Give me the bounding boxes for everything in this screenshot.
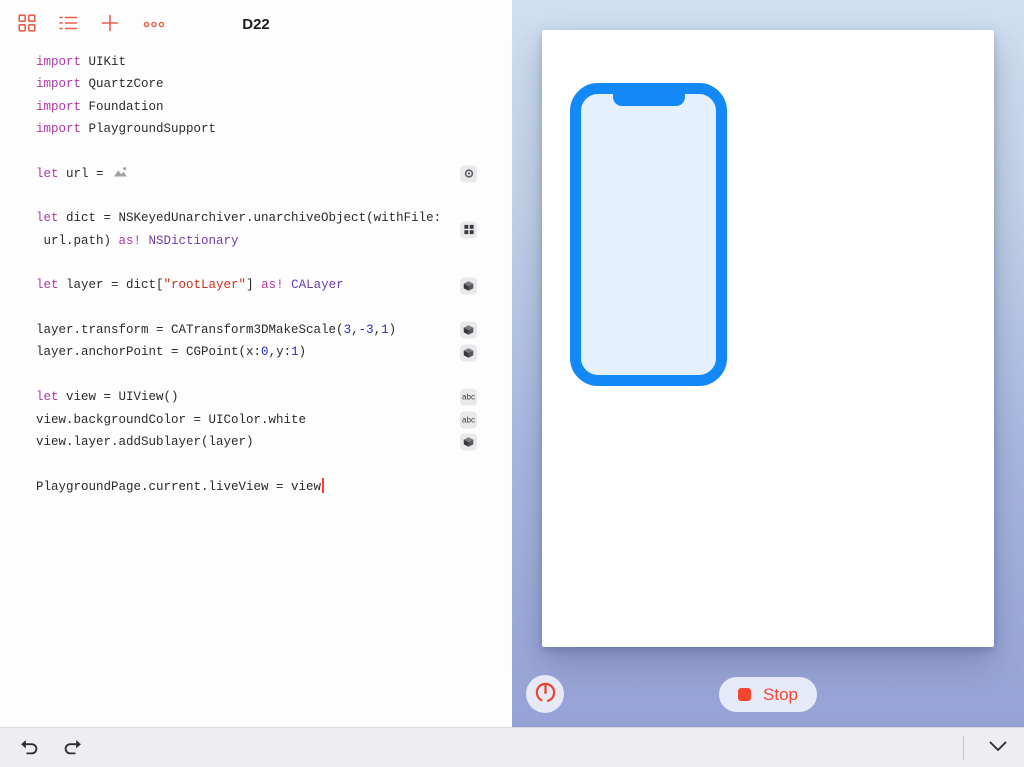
code-line[interactable]: view.layer.addSublayer(layer)	[0, 431, 512, 453]
plus-icon	[100, 13, 120, 36]
code-token-number: -3	[359, 323, 374, 337]
code-token-plain: layer = dict[	[66, 278, 164, 292]
stop-button[interactable]: Stop	[719, 677, 817, 712]
code-token-plain: url =	[66, 167, 111, 181]
code-token-keyword: as!	[261, 278, 291, 292]
code-line[interactable]: url.path) as! NSDictionary	[0, 230, 512, 252]
more-options-button[interactable]	[138, 13, 170, 36]
code-token-plain: UIKit	[89, 55, 127, 69]
speedometer-icon	[533, 680, 558, 708]
undo-icon	[18, 735, 41, 761]
chevron-down-icon	[986, 737, 1010, 758]
code-token-plain: PlaygroundPage.current.liveView = view	[36, 480, 321, 494]
list-view-button[interactable]	[54, 11, 82, 38]
result-badge-cube-icon[interactable]	[460, 344, 477, 361]
run-speed-button[interactable]	[526, 675, 564, 713]
result-badge-cube-icon[interactable]	[460, 277, 477, 294]
code-token-plain: )	[389, 323, 397, 337]
result-badge-cube-icon[interactable]	[460, 322, 477, 339]
code-token-string: "rootLayer"	[164, 278, 247, 292]
code-token-keyword: let	[36, 211, 66, 225]
code-line[interactable]: import QuartzCore	[0, 73, 512, 95]
code-token-number: 3	[344, 323, 352, 337]
code-line[interactable]	[0, 453, 512, 475]
code-token-plain: )	[299, 345, 307, 359]
divider	[963, 736, 964, 760]
code-token-plain: ,	[351, 323, 359, 337]
code-token-keyword: as!	[119, 234, 149, 248]
dismiss-keyboard-button[interactable]	[982, 733, 1014, 762]
code-token-plain: view.backgroundColor = UIColor.white	[36, 413, 306, 427]
stop-square-icon	[738, 688, 751, 701]
code-lines[interactable]: import UIKitimport QuartzCoreimport Foun…	[0, 48, 512, 498]
list-icon	[58, 15, 78, 34]
code-token-keyword: import	[36, 100, 89, 114]
code-editor-pane: D22	[0, 0, 512, 727]
code-token-keyword: import	[36, 55, 89, 69]
image-literal-icon[interactable]	[113, 164, 128, 186]
code-token-plain: dict = NSKeyedUnarchiver.unarchiveObject…	[66, 211, 441, 225]
live-view-pane: Stop	[512, 0, 1024, 727]
code-token-type: NSDictionary	[149, 234, 239, 248]
code-line[interactable]: layer.transform = CATransform3DMakeScale…	[0, 319, 512, 341]
code-line[interactable]: import Foundation	[0, 96, 512, 118]
grid-icon	[18, 14, 36, 35]
code-line[interactable]: let url =	[0, 163, 512, 185]
code-token-number: 1	[291, 345, 299, 359]
code-token-plain: url.path)	[36, 234, 119, 248]
code-line[interactable]	[0, 297, 512, 319]
add-page-button[interactable]	[96, 9, 124, 40]
code-token-keyword: let	[36, 167, 66, 181]
code-line[interactable]	[0, 252, 512, 274]
code-token-plain: layer.transform = CATransform3DMakeScale…	[36, 323, 344, 337]
code-token-keyword: import	[36, 122, 89, 136]
code-token-number: 0	[261, 345, 269, 359]
code-line[interactable]	[0, 185, 512, 207]
code-line[interactable]	[0, 364, 512, 386]
code-token-plain: view.layer.addSublayer(layer)	[36, 435, 254, 449]
code-token-type: CALayer	[291, 278, 344, 292]
swift-playgrounds-app: D22	[0, 0, 1024, 767]
code-line[interactable]: view.backgroundColor = UIColor.white abc	[0, 409, 512, 431]
result-badge-cube-icon[interactable]	[460, 434, 477, 451]
stop-button-label: Stop	[763, 685, 798, 705]
phone-outline-drawing	[570, 83, 727, 386]
editor-toolbar: D22	[0, 0, 512, 48]
code-token-keyword: let	[36, 278, 66, 292]
code-token-plain: ]	[246, 278, 261, 292]
result-badge-circle-icon[interactable]	[460, 165, 477, 182]
live-view-canvas	[542, 30, 994, 647]
redo-icon	[61, 735, 84, 761]
code-line[interactable]: let layer = dict["rootLayer"] as! CALaye…	[0, 274, 512, 296]
code-line[interactable]: let view = UIView() abc	[0, 386, 512, 408]
undo-button[interactable]	[14, 731, 45, 765]
grid-view-button[interactable]	[14, 10, 40, 39]
code-line[interactable]: PlaygroundPage.current.liveView = view	[0, 476, 512, 498]
code-token-keyword: let	[36, 390, 66, 404]
bottom-shortcut-bar	[0, 727, 1024, 767]
result-badge-abc[interactable]: abc	[460, 389, 477, 406]
code-line[interactable]: import UIKit	[0, 51, 512, 73]
code-token-plain: QuartzCore	[89, 77, 164, 91]
code-token-keyword: import	[36, 77, 89, 91]
code-token-number: 1	[381, 323, 389, 337]
code-token-plain: ,y:	[269, 345, 292, 359]
code-line[interactable]	[0, 140, 512, 162]
code-token-plain: layer.anchorPoint = CGPoint(x:	[36, 345, 261, 359]
code-token-plain: ,	[374, 323, 382, 337]
text-cursor	[322, 478, 324, 493]
phone-notch	[613, 93, 685, 106]
bottom-bar-right	[963, 733, 1024, 762]
code-line[interactable]: import PlaygroundSupport	[0, 118, 512, 140]
code-token-plain: PlaygroundSupport	[89, 122, 217, 136]
code-token-plain: view = UIView()	[66, 390, 179, 404]
code-line[interactable]: layer.anchorPoint = CGPoint(x:0,y:1)	[0, 341, 512, 363]
code-line[interactable]: let dict = NSKeyedUnarchiver.unarchiveOb…	[0, 207, 512, 229]
redo-button[interactable]	[57, 731, 88, 765]
ellipsis-icon	[142, 17, 166, 32]
result-badge-abc[interactable]: abc	[460, 411, 477, 428]
code-token-plain: Foundation	[89, 100, 164, 114]
